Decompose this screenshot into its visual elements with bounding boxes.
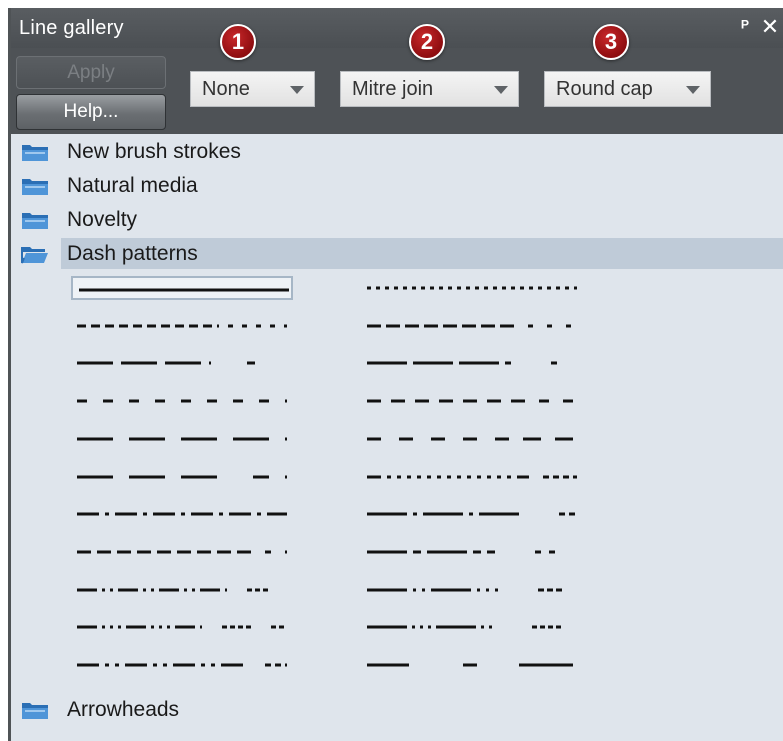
dash-pattern-line [367, 286, 577, 290]
dash-pattern-item[interactable] [361, 276, 583, 300]
dash-pattern-line [77, 361, 287, 365]
folder-dash-patterns[interactable]: Dash patterns [11, 238, 783, 269]
dash-pattern-item[interactable] [71, 351, 293, 375]
dash-pattern-line [77, 550, 287, 554]
dash-pattern-line [367, 399, 577, 403]
folder-icon [22, 213, 48, 229]
dash-pattern-item[interactable] [71, 502, 293, 526]
dash-dropdown-value: None [202, 78, 250, 100]
dash-pattern-line [77, 437, 287, 441]
dash-pattern-line [77, 588, 287, 592]
dash-pattern-line [367, 588, 577, 592]
apply-button[interactable]: Apply [16, 56, 166, 89]
dash-pattern-item[interactable] [71, 615, 293, 639]
dash-pattern-line [367, 361, 577, 365]
dash-pattern-line [77, 324, 287, 328]
help-button[interactable]: Help... [16, 94, 166, 130]
folder-natural-media[interactable]: Natural media [11, 170, 783, 201]
dash-pattern-item[interactable] [71, 389, 293, 413]
dash-pattern-line [367, 663, 577, 667]
folder-new-brush-strokes[interactable]: New brush strokes [11, 136, 783, 167]
folder-icon [22, 703, 48, 719]
folder-label: Dash patterns [67, 242, 198, 265]
gallery-content: New brush strokes Natural media Novelty [11, 134, 783, 741]
dash-pattern-line [79, 288, 289, 292]
folder-arrowheads[interactable]: Arrowheads [11, 694, 783, 725]
dash-pattern-line [77, 475, 287, 479]
dash-pattern-item[interactable] [361, 540, 583, 564]
dash-pattern-item[interactable] [71, 314, 293, 338]
callout-badge-2: 2 [409, 24, 445, 60]
cap-dropdown-value: Round cap [556, 78, 653, 100]
join-dropdown[interactable]: Mitre join [340, 71, 519, 107]
dash-pattern-item[interactable] [361, 351, 583, 375]
close-icon[interactable]: ✕ [759, 14, 781, 40]
folder-open-icon [21, 247, 48, 264]
folder-label: Novelty [67, 208, 138, 231]
dash-pattern-item[interactable] [71, 653, 293, 677]
dash-pattern-item[interactable] [71, 276, 293, 300]
callout-badge-1: 1 [220, 24, 256, 60]
callout-badge-3: 3 [593, 24, 629, 60]
chevron-down-icon [494, 86, 508, 94]
dash-pattern-line [77, 625, 287, 629]
dash-pattern-item[interactable] [361, 427, 583, 451]
dash-pattern-line [367, 324, 577, 328]
dash-pattern-item[interactable] [361, 314, 583, 338]
dash-pattern-line [367, 550, 577, 554]
dash-pattern-line [367, 512, 577, 516]
folder-novelty[interactable]: Novelty [11, 204, 783, 235]
dash-pattern-item[interactable] [361, 465, 583, 489]
dash-pattern-item[interactable] [361, 502, 583, 526]
dash-pattern-item[interactable] [71, 465, 293, 489]
cap-dropdown[interactable]: Round cap [544, 71, 711, 107]
dash-dropdown[interactable]: None [190, 71, 315, 107]
dash-pattern-line [367, 625, 577, 629]
dash-pattern-line [77, 512, 287, 516]
folder-label: Arrowheads [67, 698, 180, 721]
pin-icon[interactable]: ᴾ [735, 15, 755, 39]
dash-pattern-item[interactable] [71, 578, 293, 602]
folder-label: New brush strokes [67, 140, 241, 163]
dash-pattern-item[interactable] [361, 578, 583, 602]
dash-pattern-line [77, 663, 287, 667]
dash-pattern-line [367, 437, 577, 441]
title-bar: Line gallery ᴾ ✕ [11, 8, 783, 48]
dash-pattern-line [77, 399, 287, 403]
join-dropdown-value: Mitre join [352, 78, 434, 100]
dash-pattern-line [367, 475, 577, 479]
chevron-down-icon [290, 86, 304, 94]
dash-pattern-item[interactable] [361, 389, 583, 413]
folder-icon [22, 145, 48, 161]
folder-icon [22, 179, 48, 195]
folder-label: Natural media [67, 174, 198, 197]
dash-pattern-item[interactable] [71, 427, 293, 451]
dash-pattern-item[interactable] [71, 540, 293, 564]
toolbar: Apply Help... None Mitre join Round cap [11, 48, 783, 134]
chevron-down-icon [686, 86, 700, 94]
dash-pattern-item[interactable] [361, 615, 583, 639]
panel-title: Line gallery [19, 17, 124, 39]
line-gallery-panel: Line gallery ᴾ ✕ Apply Help... None Mitr… [8, 8, 783, 741]
dash-pattern-item[interactable] [361, 653, 583, 677]
